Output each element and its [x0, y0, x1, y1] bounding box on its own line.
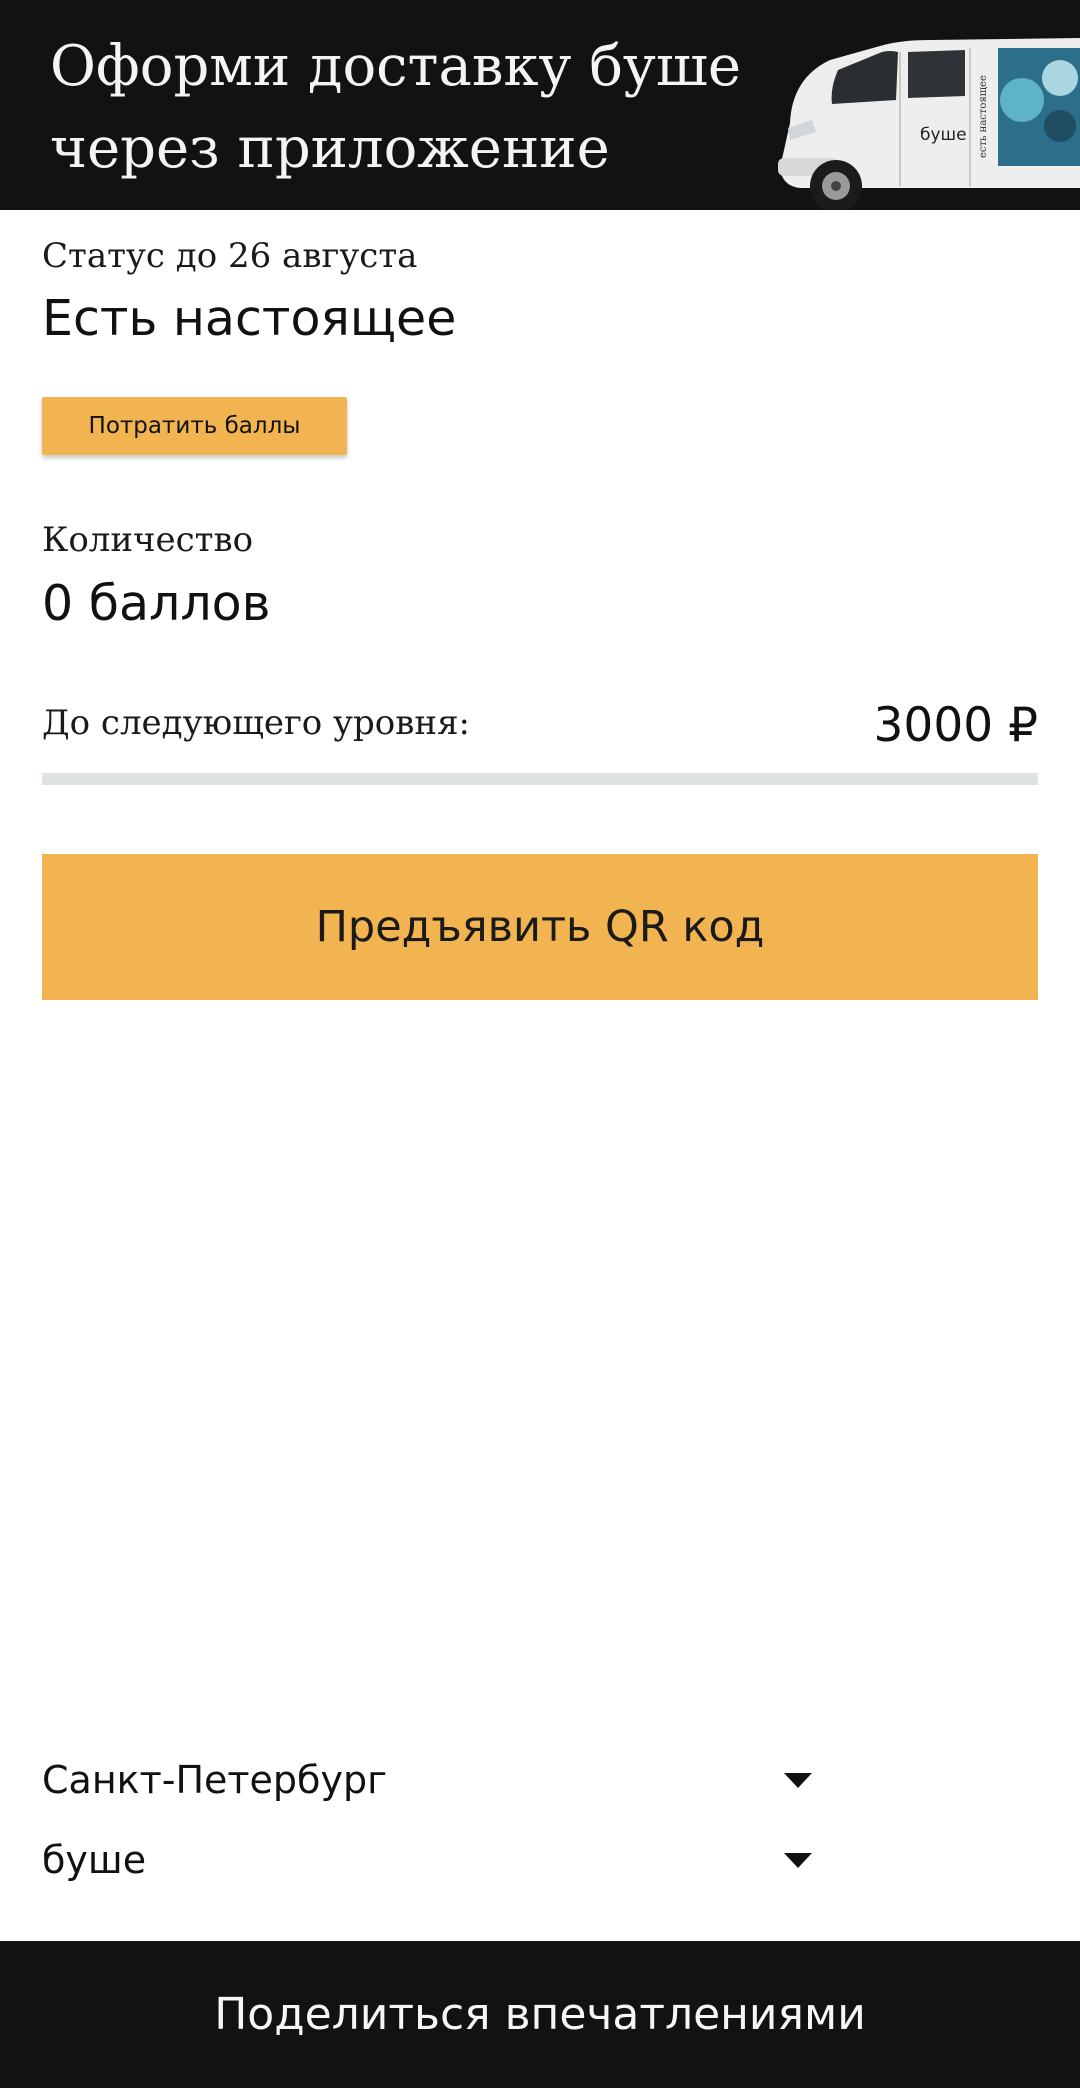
level-progress-bar — [42, 773, 1038, 785]
city-selector-value: Санкт-Петербург — [42, 1758, 388, 1802]
delivery-van-image: буше есть настоящее — [778, 38, 1080, 210]
caret-down-icon — [784, 1772, 812, 1788]
points-balance: 0 баллов — [42, 575, 271, 632]
city-selector[interactable]: Санкт-Петербург — [42, 1750, 812, 1810]
status-level: Есть настоящее — [42, 290, 457, 347]
next-level-amount: 3000 ₽ — [873, 698, 1038, 753]
brand-selector-value: буше — [42, 1838, 147, 1882]
share-feedback-button[interactable]: Поделиться впечатлениями — [0, 1941, 1080, 2088]
status-caption: Статус до 26 августа — [42, 236, 418, 276]
banner-title: Оформи доставку буше через приложение — [50, 34, 742, 181]
points-caption: Количество — [42, 520, 254, 560]
van-side-text: есть настоящее — [978, 75, 989, 158]
show-qr-code-button[interactable]: Предъявить QR код — [42, 854, 1038, 1000]
spend-points-button[interactable]: Потратить баллы — [42, 397, 347, 455]
van-logo-text: буше — [920, 125, 967, 145]
promo-banner[interactable]: Оформи доставку буше через приложение бу… — [0, 0, 1080, 210]
caret-down-icon — [784, 1852, 812, 1868]
next-level-caption: До следующего уровня: — [42, 703, 470, 743]
brand-selector[interactable]: буше — [42, 1830, 812, 1890]
